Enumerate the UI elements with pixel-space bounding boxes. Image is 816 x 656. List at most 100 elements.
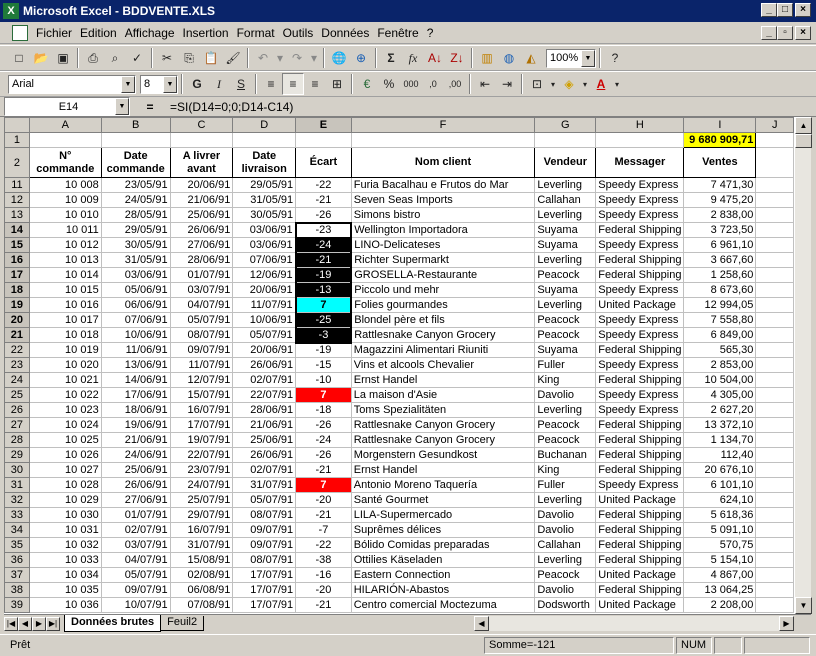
table-cell[interactable]: -18 [295,402,352,418]
table-cell[interactable]: 20/06/91 [232,342,297,358]
table-cell[interactable]: 1 134,70 [683,432,757,448]
table-cell[interactable] [755,297,794,313]
table-cell[interactable]: Suyama [534,282,597,298]
row-header[interactable]: 33 [4,507,30,523]
menu-affichage[interactable]: Affichage [121,26,179,40]
table-cell[interactable]: 7 [295,477,352,493]
table-cell[interactable]: 25/06/91 [100,462,171,478]
col-header-g[interactable]: G [534,117,597,133]
scroll-right-icon[interactable]: ▶ [779,616,794,631]
table-cell[interactable]: 17/07/91 [232,567,297,583]
table-cell[interactable]: -15 [295,357,352,373]
table-cell[interactable]: 10 023 [28,402,102,418]
table-cell[interactable]: Federal Shipping [595,267,685,283]
table-cell[interactable]: Davolio [534,507,597,523]
worksheet-grid[interactable]: A B C D E F G H I J 1 9 680 909,71 2 N° … [4,117,794,614]
office-assistant-icon[interactable]: ? [604,47,626,69]
table-cell[interactable]: 31/05/91 [232,192,297,208]
table-cell[interactable]: 10 012 [28,237,102,253]
row-header[interactable]: 18 [4,282,30,298]
table-cell[interactable]: 5 091,10 [683,522,757,538]
table-cell[interactable]: -25 [294,312,353,328]
table-cell[interactable]: 10 021 [28,372,102,388]
table-cell[interactable]: 13/06/91 [100,357,171,373]
font-size-select[interactable]: 8 ▼ [140,74,178,94]
table-cell[interactable]: Leverling [534,252,597,268]
table-cell[interactable] [755,462,794,478]
scroll-down-icon[interactable]: ▼ [795,597,812,614]
table-cell[interactable]: 01/07/91 [169,267,234,283]
table-cell[interactable]: 10 019 [28,342,102,358]
function-icon[interactable]: fx [402,47,424,69]
table-cell[interactable]: 19/06/91 [100,417,171,433]
table-cell[interactable]: Fuller [534,357,597,373]
table-cell[interactable] [755,327,794,343]
table-cell[interactable]: Speedy Express [595,207,685,223]
table-cell[interactable]: 10/06/91 [100,327,171,343]
table-cell[interactable]: Federal Shipping [595,447,685,463]
table-cell[interactable] [755,492,794,508]
row-header[interactable]: 25 [4,387,30,403]
table-cell[interactable] [755,207,794,223]
table-cell[interactable]: La maison d'Asie [350,387,536,403]
italic-icon[interactable]: I [208,73,230,95]
table-cell[interactable]: -22 [295,537,352,553]
table-cell[interactable]: 03/06/91 [232,237,297,253]
row-header[interactable]: 24 [4,372,30,388]
paste-icon[interactable]: 📋 [200,47,222,69]
table-cell[interactable]: 10 022 [28,387,102,403]
table-cell[interactable]: 16/07/91 [169,402,234,418]
table-cell[interactable]: 10 011 [28,222,102,238]
table-cell[interactable]: 10 504,00 [683,372,757,388]
table-cell[interactable]: 6 961,10 [683,237,757,253]
table-cell[interactable] [755,282,794,298]
save-icon[interactable]: ▣ [52,47,74,69]
table-cell[interactable]: 24/06/91 [100,447,171,463]
table-cell[interactable]: 23/05/91 [100,177,171,193]
table-cell[interactable]: King [534,372,597,388]
print-preview-icon[interactable]: ⌕ [104,47,126,69]
col-header-c[interactable]: C [169,117,234,133]
scroll-up-icon[interactable]: ▲ [795,117,812,134]
table-cell[interactable]: Dodsworth [534,597,597,613]
menu-fichier[interactable]: Fichier [32,26,76,40]
table-cell[interactable]: Richter Supermarkt [350,252,536,268]
minimize-button[interactable]: _ [761,3,777,17]
table-cell[interactable]: 24/07/91 [169,477,234,493]
row-header[interactable]: 36 [4,552,30,568]
table-cell[interactable]: 03/07/91 [169,282,234,298]
table-cell[interactable]: 10 034 [28,567,102,583]
table-cell[interactable]: 02/07/91 [232,372,297,388]
table-cell[interactable]: 15/08/91 [169,552,234,568]
table-cell[interactable]: Speedy Express [595,192,685,208]
merge-center-icon[interactable]: ⊞ [326,73,348,95]
table-cell[interactable]: -21 [295,192,352,208]
table-cell[interactable]: Speedy Express [595,357,685,373]
table-cell[interactable]: Furia Bacalhau e Frutos do Mar [350,177,536,193]
table-cell[interactable]: 25/07/91 [169,492,234,508]
autosum-icon[interactable]: Σ [380,47,402,69]
table-cell[interactable]: Speedy Express [595,282,685,298]
close-button[interactable]: × [795,3,811,17]
table-cell[interactable]: 21/06/91 [169,192,234,208]
row-header[interactable]: 32 [4,492,30,508]
table-cell[interactable] [755,402,794,418]
table-cell[interactable]: 25/06/91 [169,207,234,223]
table-cell[interactable]: 26/06/91 [169,222,234,238]
table-cell[interactable]: 10 025 [28,432,102,448]
col-header-d[interactable]: D [232,117,297,133]
table-cell[interactable]: 10 008 [28,177,102,193]
table-cell[interactable]: Bólido Comidas preparadas [350,537,536,553]
table-cell[interactable]: -23 [294,221,353,239]
table-cell[interactable] [755,597,794,613]
table-cell[interactable]: Speedy Express [595,402,685,418]
table-cell[interactable]: 29/05/91 [232,177,297,193]
table-cell[interactable]: -20 [295,582,352,598]
table-cell[interactable]: -19 [295,342,352,358]
header-date-commande[interactable]: Date commande [100,147,171,178]
table-cell[interactable]: Peacock [534,327,597,343]
table-cell[interactable]: 08/07/91 [232,552,297,568]
table-cell[interactable]: 30/05/91 [232,207,297,223]
table-cell[interactable]: 28/05/91 [100,207,171,223]
table-cell[interactable] [755,177,794,193]
